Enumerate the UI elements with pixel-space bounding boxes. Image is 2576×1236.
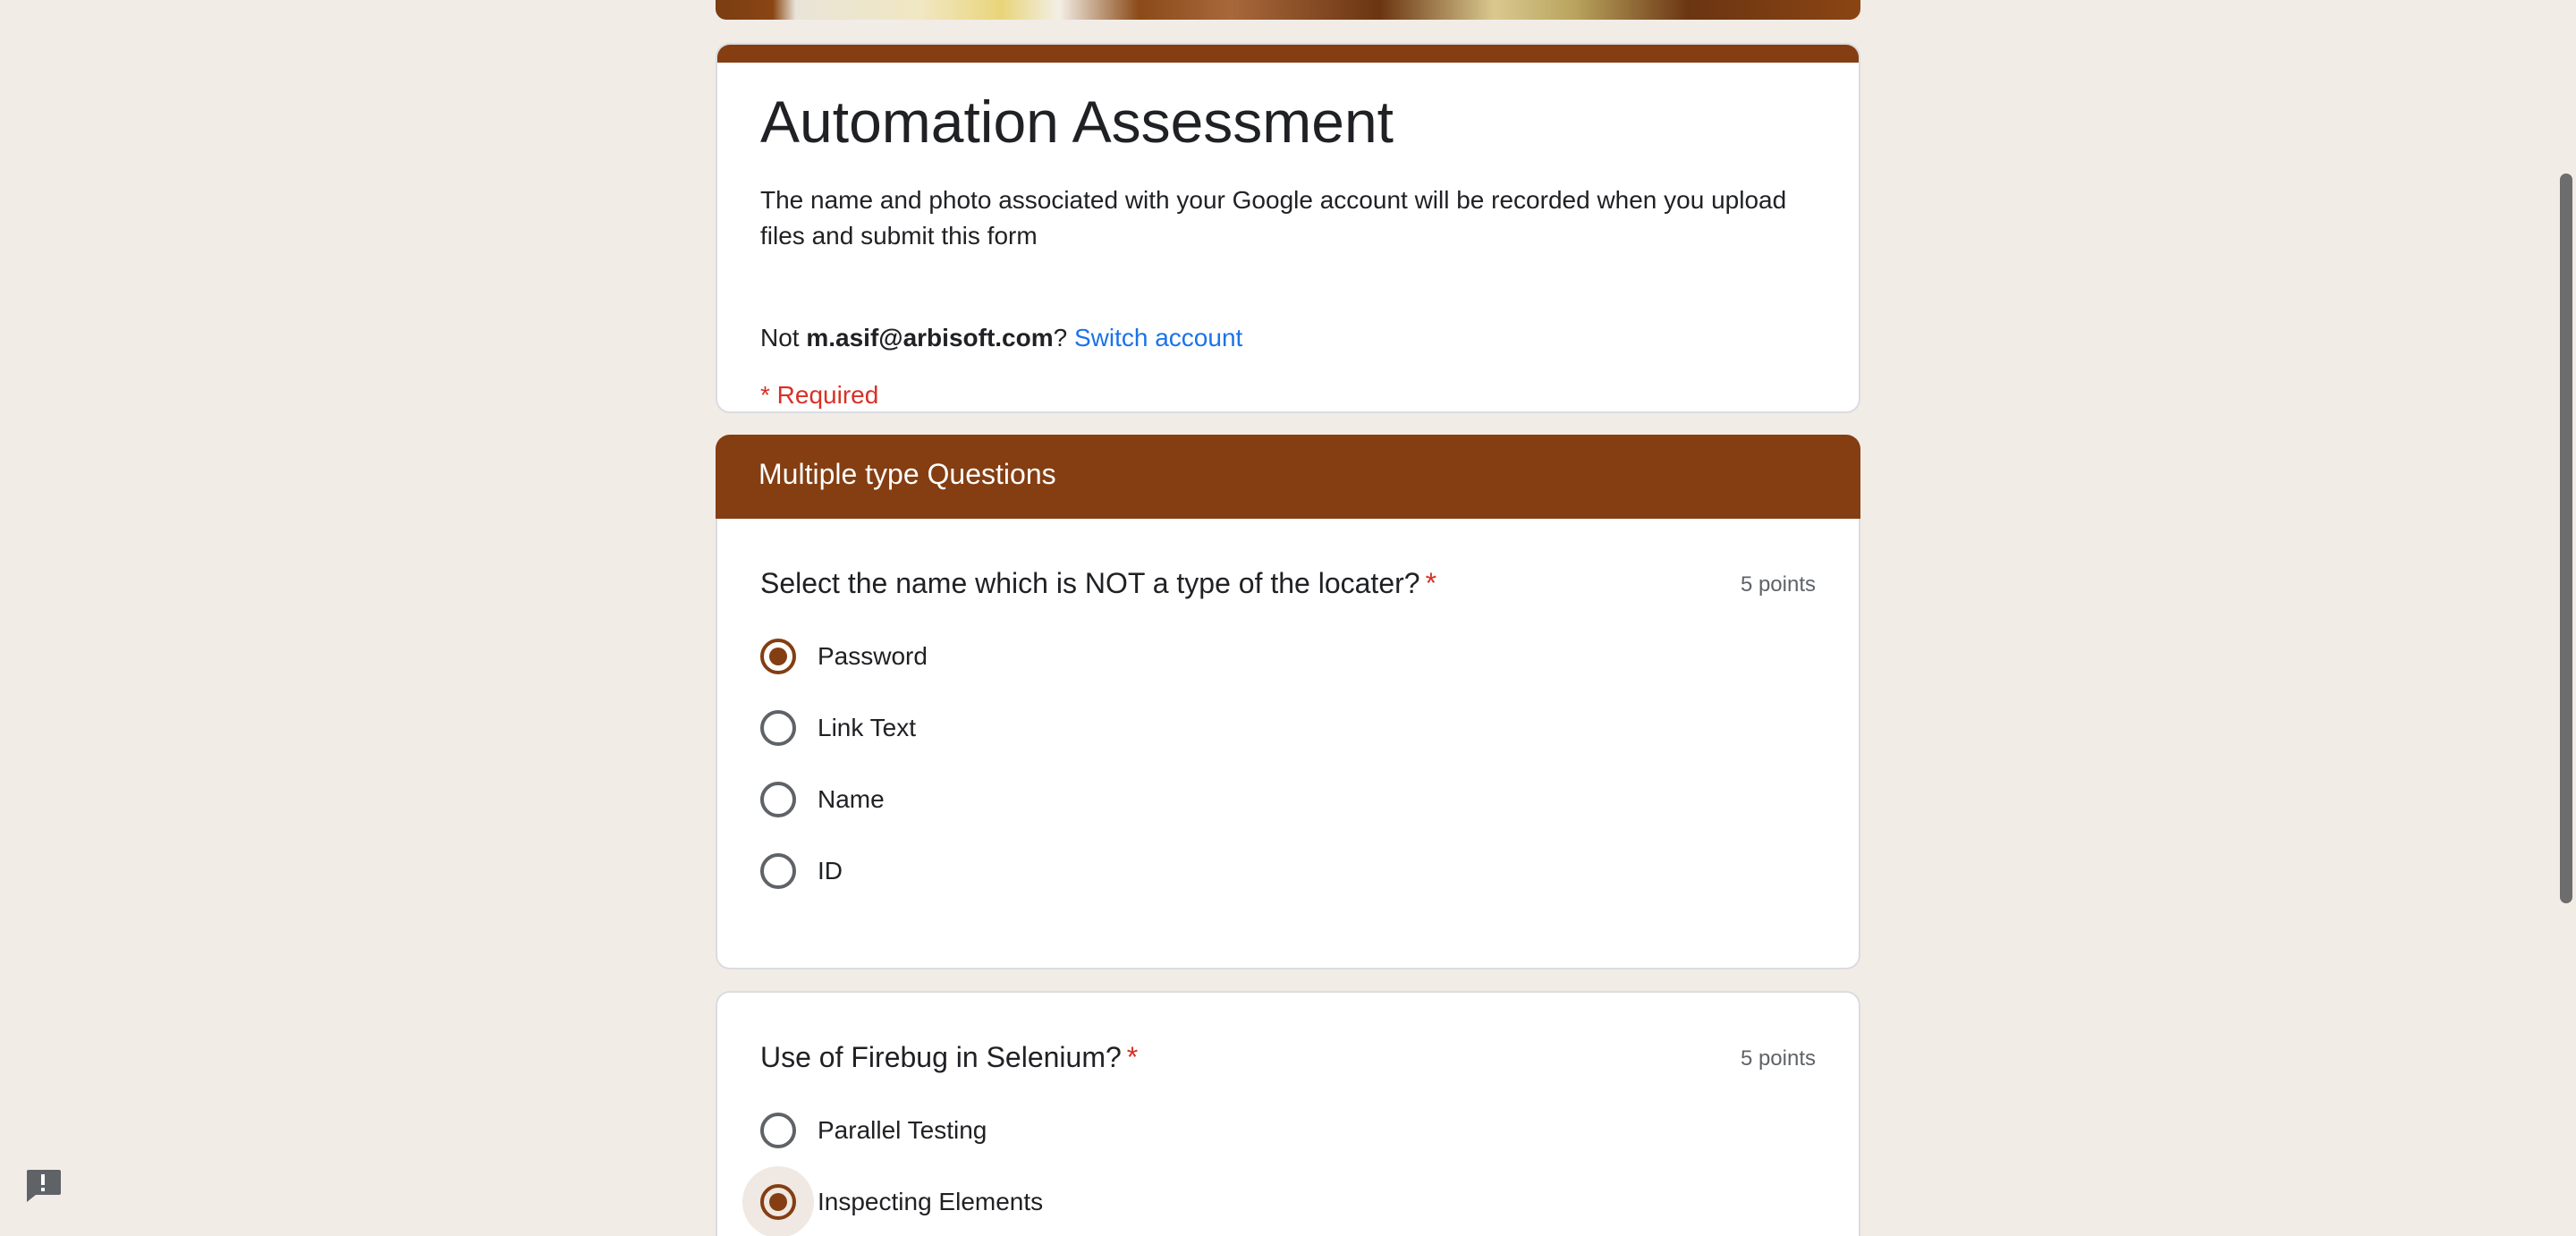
scrollbar-thumb[interactable] [2560,174,2572,903]
section-title: Multiple type Questions [758,458,1056,490]
form-title: Automation Assessment [760,89,1394,155]
question-text: Use of Firebug in Selenium? [760,1041,1122,1073]
radio-unchecked-icon[interactable] [760,710,796,746]
radio-unchecked-icon[interactable] [760,1113,796,1148]
account-email: m.asif@arbisoft.com [806,324,1054,351]
radio-option-inspecting-elements[interactable]: Inspecting Elements [742,1166,1044,1236]
form-title-card: Automation Assessment The name and photo… [716,43,1860,413]
theme-accent-bar [717,45,1859,63]
section-header: Multiple type Questions [716,435,1860,521]
option-label: Name [818,785,885,813]
required-star: * [1126,1041,1139,1073]
option-label: ID [818,857,843,885]
question-card-1: Select the name which is NOT a type of t… [716,519,1860,969]
form-page: Automation Assessment The name and photo… [0,0,2576,1236]
question-title: Use of Firebug in Selenium? * [760,1037,1138,1077]
option-label: Link Text [818,714,916,741]
switch-account-link[interactable]: Switch account [1074,324,1242,351]
radio-option-name[interactable]: Name [760,773,885,826]
option-label: Inspecting Elements [818,1188,1044,1215]
option-label: Password [818,642,928,670]
required-note: * Required [760,381,879,409]
question-points: 5 points [1740,572,1816,597]
form-header-image [716,0,1860,20]
option-label: Parallel Testing [818,1116,987,1144]
question-text: Select the name which is NOT a type of t… [760,567,1420,599]
radio-checked-icon[interactable] [760,639,796,674]
account-prefix: Not [760,324,807,351]
account-line: Not m.asif@arbisoft.com? Switch account [760,320,1242,356]
report-feedback-icon[interactable] [23,1166,63,1202]
radio-unchecked-icon[interactable] [760,782,796,817]
scrollbar-track[interactable] [2556,0,2576,1236]
radio-unchecked-icon[interactable] [760,853,796,889]
radio-checked-icon[interactable] [760,1184,796,1220]
question-title: Select the name which is NOT a type of t… [760,563,1436,603]
radio-option-link-text[interactable]: Link Text [760,701,916,755]
radio-option-parallel-testing[interactable]: Parallel Testing [760,1104,987,1157]
radio-option-password[interactable]: Password [760,630,928,683]
question-points: 5 points [1740,1046,1816,1071]
question-card-2: Use of Firebug in Selenium? * 5 points Pa… [716,991,1860,1236]
required-star: * [1425,567,1437,599]
form-description: The name and photo associated with your … [760,186,1787,250]
account-suffix: ? [1053,324,1074,351]
radio-option-id[interactable]: ID [760,844,843,898]
